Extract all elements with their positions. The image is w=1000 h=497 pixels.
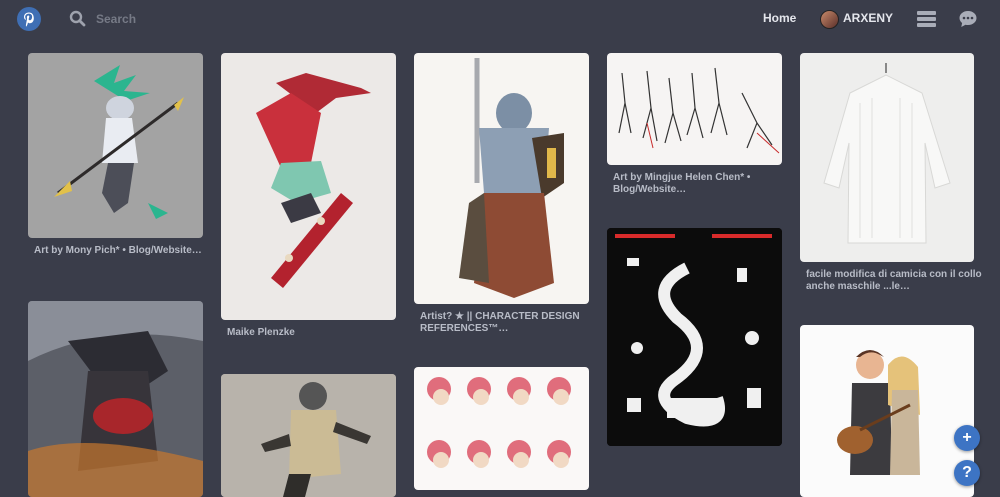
astronaut-illustration [221,374,396,497]
pinterest-logo[interactable] [17,7,41,31]
pin-caption[interactable]: Maike Plenzke [227,327,403,339]
user-profile-link[interactable]: ARXENY [843,11,893,25]
couple-illustration [837,350,920,475]
knight-illustration [459,58,564,298]
pin-image[interactable] [414,53,589,304]
pin-caption[interactable]: Artist? ★ || CHARACTER DESIGN REFERENCES… [420,311,596,335]
pin-image[interactable] [221,374,396,497]
pin-caption[interactable]: Art by Mony Pich* • Blog/Website… [34,245,210,257]
search-input[interactable] [96,10,336,28]
pin-image[interactable] [607,228,782,446]
pin-image[interactable] [28,53,203,238]
tattoo-flash-illustration [607,228,782,446]
search-icon[interactable] [69,10,86,32]
menu-icon[interactable] [917,10,936,33]
pose-sketches-illustration [618,67,780,154]
home-link[interactable]: Home [763,11,796,25]
pin-image[interactable] [800,325,974,497]
pin-image[interactable] [28,301,203,497]
add-button[interactable]: + [954,425,980,451]
character-sheet-illustration [427,377,571,468]
dark-fantasy-illustration [28,301,203,497]
top-bar: Home ARXENY [0,0,1000,38]
pin-image[interactable] [414,367,589,490]
chat-icon[interactable] [958,9,978,34]
shirt-photo [823,63,951,244]
pin-caption[interactable]: facile modifica di camicia con il collo … [806,269,982,293]
character-illustration [54,65,184,219]
pin-image[interactable] [800,53,974,262]
skater-illustration [256,73,371,288]
pin-caption[interactable]: Art by Mingjue Helen Chen* • Blog/Websit… [613,172,789,196]
pin-image[interactable] [221,53,396,320]
help-button[interactable]: ? [954,460,980,486]
pin-image[interactable] [607,53,782,165]
avatar[interactable] [820,10,839,29]
